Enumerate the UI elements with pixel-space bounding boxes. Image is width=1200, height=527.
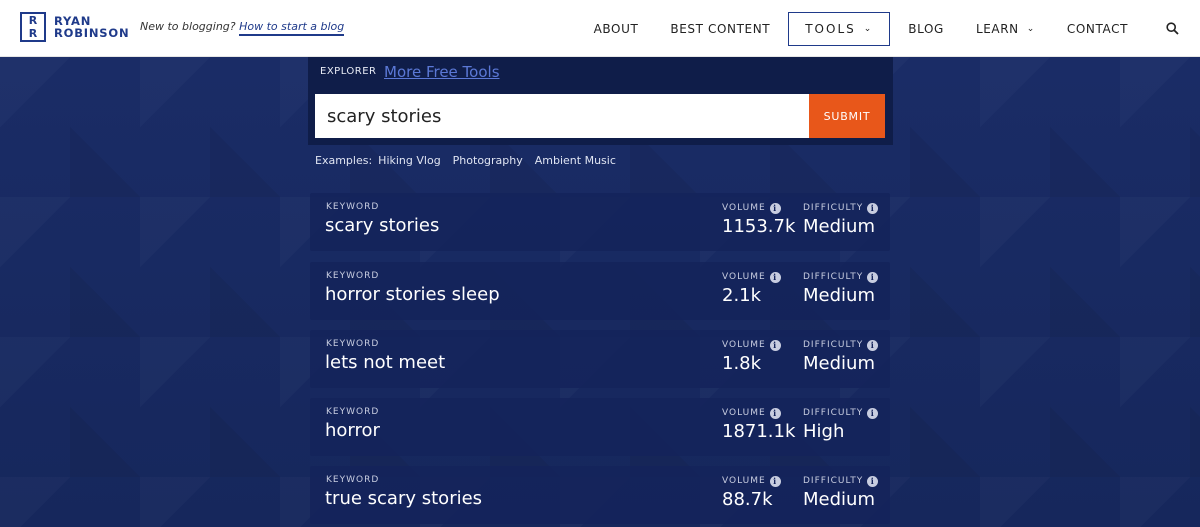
keyword-label: KEYWORD xyxy=(326,475,380,485)
difficulty-label-text: DIFFICULTY xyxy=(803,272,864,282)
nav-blog[interactable]: BLOG xyxy=(892,0,960,57)
result-card[interactable]: KEYWORD lets not meet VOLUME i 1.8k DIFFI… xyxy=(310,330,890,388)
tagline-prefix: New to blogging? xyxy=(140,20,236,33)
keyword-label: KEYWORD xyxy=(326,339,380,349)
volume-value: 1871.1k xyxy=(722,421,796,442)
volume-label: VOLUME i xyxy=(722,408,781,419)
nav-tools[interactable]: TOOLS ⌄ xyxy=(788,11,891,46)
example-photography[interactable]: Photography xyxy=(453,154,523,167)
example-hiking-vlog[interactable]: Hiking Vlog xyxy=(378,154,441,167)
submit-button[interactable]: SUBMIT xyxy=(809,94,885,138)
result-card[interactable]: KEYWORD scary stories VOLUME i 1153.7k DI… xyxy=(310,193,890,251)
difficulty-label-text: DIFFICULTY xyxy=(803,340,864,350)
result-card[interactable]: KEYWORD horror VOLUME i 1871.1k DIFFICULT… xyxy=(310,398,890,456)
logo-icon: RR xyxy=(20,12,46,42)
info-icon[interactable]: i xyxy=(769,476,781,487)
difficulty-label: DIFFICULTY i xyxy=(803,340,879,351)
difficulty-value: Medium xyxy=(803,285,875,306)
keyword-value: true scary stories xyxy=(325,488,483,509)
nav-tools-label: TOOLS xyxy=(805,21,856,36)
difficulty-label: DIFFICULTY i xyxy=(803,408,879,419)
nav-about-label: ABOUT xyxy=(593,21,639,36)
tagline: New to blogging? How to start a blog xyxy=(140,20,345,36)
keyword-value: lets not meet xyxy=(325,352,446,373)
volume-value: 88.7k xyxy=(722,489,773,510)
info-icon[interactable]: i xyxy=(769,203,781,214)
info-icon[interactable]: i xyxy=(769,408,781,419)
volume-label-text: VOLUME xyxy=(722,203,766,213)
keyword-value: horror xyxy=(325,420,380,441)
example-ambient-music[interactable]: Ambient Music xyxy=(535,154,616,167)
chevron-down-icon: ⌄ xyxy=(1026,23,1035,34)
examples-label: Examples: xyxy=(315,154,373,167)
keyword-label: KEYWORD xyxy=(326,271,380,281)
logo-text: RYAN ROBINSON xyxy=(54,15,129,39)
search-button[interactable] xyxy=(1144,0,1200,57)
volume-label: VOLUME i xyxy=(722,340,781,351)
start-blog-link[interactable]: How to start a blog xyxy=(239,20,345,36)
difficulty-value: Medium xyxy=(803,353,875,374)
difficulty-label: DIFFICULTY i xyxy=(803,476,879,487)
difficulty-label-text: DIFFICULTY xyxy=(803,408,864,418)
difficulty-value: Medium xyxy=(803,489,875,510)
keyword-value: scary stories xyxy=(325,215,440,236)
difficulty-value: High xyxy=(803,421,845,442)
volume-label-text: VOLUME xyxy=(722,340,766,350)
explorer-panel: EXPLORER More Free Tools SUBMIT xyxy=(308,57,893,145)
keyword-label: KEYWORD xyxy=(326,202,380,212)
info-icon[interactable]: i xyxy=(867,408,879,419)
volume-value: 1.8k xyxy=(722,353,762,374)
explorer-label: EXPLORER xyxy=(320,66,377,77)
volume-value: 2.1k xyxy=(722,285,762,306)
keyword-search-input[interactable] xyxy=(315,94,809,138)
info-icon[interactable]: i xyxy=(867,340,879,351)
volume-value: 1153.7k xyxy=(722,216,796,237)
nav-blog-label: BLOG xyxy=(908,21,944,36)
nav-best-content[interactable]: BEST CONTENT xyxy=(654,0,786,57)
volume-label: VOLUME i xyxy=(722,476,781,487)
result-card[interactable]: KEYWORD true scary stories VOLUME i 88.7k… xyxy=(310,466,890,524)
nav-learn[interactable]: LEARN ⌄ xyxy=(960,0,1051,57)
nav-best-content-label: BEST CONTENT xyxy=(670,21,771,36)
info-icon[interactable]: i xyxy=(769,272,781,283)
keyword-label: KEYWORD xyxy=(326,407,380,417)
chevron-down-icon: ⌄ xyxy=(863,23,874,34)
volume-label-text: VOLUME xyxy=(722,476,766,486)
volume-label: VOLUME i xyxy=(722,203,781,214)
difficulty-label: DIFFICULTY i xyxy=(803,272,879,283)
result-card[interactable]: KEYWORD horror stories sleep VOLUME i 2.1… xyxy=(310,262,890,320)
keyword-value: horror stories sleep xyxy=(325,284,500,305)
site-logo[interactable]: RR RYAN ROBINSON xyxy=(20,12,129,42)
difficulty-label: DIFFICULTY i xyxy=(803,203,879,214)
volume-label-text: VOLUME xyxy=(722,408,766,418)
main-nav: ABOUT BEST CONTENT TOOLS ⌄ BLOG LEARN ⌄ CO… xyxy=(578,0,1200,57)
nav-contact[interactable]: CONTACT xyxy=(1051,0,1144,57)
info-icon[interactable]: i xyxy=(769,340,781,351)
volume-label: VOLUME i xyxy=(722,272,781,283)
difficulty-label-text: DIFFICULTY xyxy=(803,203,864,213)
difficulty-value: Medium xyxy=(803,216,875,237)
difficulty-label-text: DIFFICULTY xyxy=(803,476,864,486)
volume-label-text: VOLUME xyxy=(722,272,766,282)
site-header: RR RYAN ROBINSON New to blogging? How to… xyxy=(0,0,1200,57)
logo-line-2: ROBINSON xyxy=(54,26,130,40)
nav-contact-label: CONTACT xyxy=(1066,21,1128,36)
nav-about[interactable]: ABOUT xyxy=(578,0,655,57)
search-icon xyxy=(1165,22,1179,35)
info-icon[interactable]: i xyxy=(867,476,879,487)
more-free-tools-link[interactable]: More Free Tools xyxy=(384,63,500,81)
info-icon[interactable]: i xyxy=(867,272,879,283)
info-icon[interactable]: i xyxy=(867,203,879,214)
nav-learn-label: LEARN xyxy=(975,21,1019,36)
examples-row: Examples: Hiking Vlog Photography Ambien… xyxy=(315,154,616,167)
